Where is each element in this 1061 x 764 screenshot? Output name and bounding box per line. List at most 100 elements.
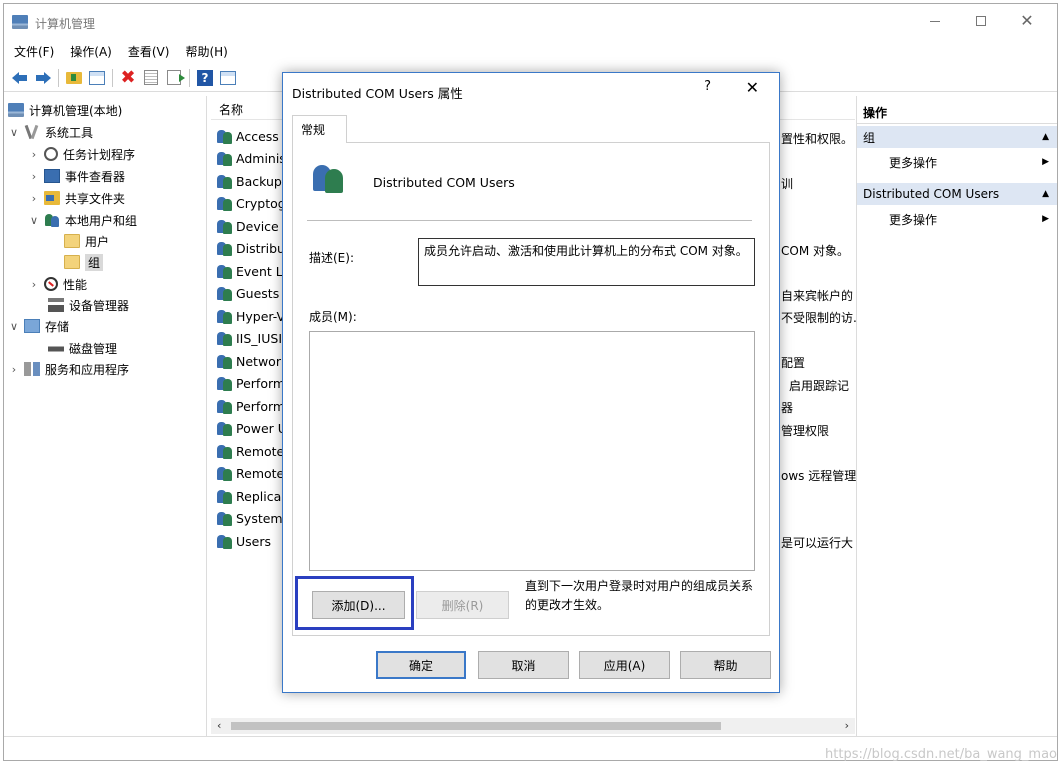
tree-item-performance[interactable]: › 性能	[28, 274, 87, 294]
table-row[interactable]: Networ	[217, 351, 281, 371]
tree-item-storage[interactable]: ∨ 存储	[8, 316, 69, 336]
maximize-button[interactable]	[958, 4, 1004, 38]
more-actions-item[interactable]: 更多操作 ▶	[889, 209, 1057, 229]
table-row[interactable]: Access	[217, 126, 279, 146]
collapse-triangle-icon[interactable]: ▲	[1042, 132, 1049, 142]
row-description: 是可以运行大	[781, 536, 854, 550]
table-row[interactable]: Backup	[217, 171, 282, 191]
tree-item-computer-management[interactable]: 计算机管理(本地)	[8, 100, 122, 120]
disk-icon	[48, 341, 64, 355]
tree-item-users[interactable]: 用户	[64, 231, 109, 251]
table-row[interactable]: System	[217, 509, 283, 529]
tab-general[interactable]: 常规	[292, 115, 347, 143]
expand-chevron-icon[interactable]: ›	[28, 278, 40, 291]
table-row[interactable]: Guests	[217, 284, 279, 304]
table-row[interactable]: Perform	[217, 374, 285, 394]
expand-chevron-icon[interactable]: ›	[8, 363, 20, 376]
expand-chevron-icon[interactable]: ›	[28, 148, 40, 161]
actions-section-dcom-users[interactable]: Distributed COM Users ▲	[857, 183, 1057, 205]
show-hide-tree-button[interactable]	[87, 68, 107, 88]
apply-button[interactable]: 应用(A)	[579, 651, 670, 679]
event-viewer-icon	[44, 169, 60, 183]
minimize-button[interactable]	[912, 4, 958, 38]
folder-up-icon	[66, 71, 82, 84]
table-row[interactable]: Cryptog	[217, 194, 286, 214]
tree-item-groups[interactable]: 组	[64, 252, 104, 272]
group-name: Distributed COM Users	[373, 175, 515, 190]
back-button[interactable]	[10, 68, 30, 88]
tree-item-system-tools[interactable]: ∨ 系统工具	[8, 122, 93, 142]
table-row[interactable]: IIS_IUSI	[217, 329, 282, 349]
expand-chevron-icon[interactable]: ›	[28, 192, 40, 205]
column-header-name[interactable]: 名称	[219, 101, 243, 118]
tree-item-disk-management[interactable]: 磁盘管理	[48, 338, 117, 358]
forward-button[interactable]	[33, 68, 53, 88]
actions-section-groups[interactable]: 组 ▲	[857, 126, 1057, 148]
group-icon	[217, 331, 233, 346]
clock-icon	[44, 147, 58, 161]
expand-chevron-icon[interactable]: ∨	[8, 126, 20, 139]
row-description: 置性和权限。	[781, 132, 854, 146]
help-toolbar-button[interactable]: ?	[195, 68, 215, 88]
scroll-left-icon[interactable]: ‹	[217, 719, 221, 732]
group-name-label: Distribu	[236, 241, 285, 256]
delete-button[interactable]: ✖	[118, 68, 138, 88]
group-icon	[217, 264, 233, 279]
scrollbar-thumb[interactable]	[231, 722, 721, 730]
toolbar-separator	[112, 68, 113, 87]
more-actions-item[interactable]: 更多操作 ▶	[889, 152, 1057, 172]
scroll-right-icon[interactable]: ›	[845, 719, 849, 732]
dialog-help-icon[interactable]: ?	[704, 79, 711, 94]
up-level-button[interactable]	[64, 68, 84, 88]
table-row[interactable]: Perform	[217, 396, 285, 416]
menu-action[interactable]: 操作(A)	[70, 43, 112, 60]
tree-item-device-manager[interactable]: 设备管理器	[48, 295, 129, 315]
collapse-triangle-icon[interactable]: ▲	[1042, 189, 1049, 199]
description-field[interactable]: 成员允许启动、激活和使用此计算机上的分布式 COM 对象。	[418, 238, 755, 286]
action-pane-button[interactable]	[218, 68, 238, 88]
menu-file[interactable]: 文件(F)	[14, 43, 54, 60]
table-row[interactable]: Event L	[217, 261, 283, 281]
table-row[interactable]: Remote	[217, 464, 284, 484]
tree-item-event-viewer[interactable]: › 事件查看器	[28, 166, 125, 186]
table-row[interactable]: Users	[217, 531, 271, 551]
tree-item-shared-folders[interactable]: › 共享文件夹	[28, 188, 125, 208]
horizontal-scrollbar[interactable]: ‹ ›	[211, 718, 855, 734]
export-list-button[interactable]	[164, 68, 185, 88]
collapse-chevron-icon[interactable]: ∨	[28, 214, 40, 227]
table-row[interactable]: Replica	[217, 486, 281, 506]
help-button[interactable]: 帮助	[680, 651, 771, 679]
table-row[interactable]: Distribu	[217, 239, 285, 259]
tree-item-task-scheduler[interactable]: › 任务计划程序	[28, 144, 135, 164]
close-button[interactable]: ✕	[1004, 4, 1050, 38]
table-row[interactable]: Hyper-V	[217, 306, 285, 326]
members-label: 成员(M):	[309, 310, 357, 324]
row-description: ows 远程管理	[781, 469, 857, 483]
table-row[interactable]: Device	[217, 216, 279, 236]
table-row[interactable]: Adminis	[217, 149, 286, 169]
table-row[interactable]: Power U	[217, 419, 287, 439]
remove-member-button[interactable]: 删除(R)	[416, 591, 509, 619]
properties-dialog: Distributed COM Users 属性 ? ✕ 常规 Distribu…	[282, 72, 780, 693]
table-row[interactable]: Remote	[217, 441, 284, 461]
expand-chevron-icon[interactable]: ›	[28, 170, 40, 183]
row-description: 启用跟踪记	[789, 379, 850, 393]
collapse-chevron-icon[interactable]: ∨	[8, 320, 20, 333]
group-name-label: Replica	[236, 488, 282, 504]
members-list[interactable]	[309, 331, 755, 571]
tree-item-local-users-groups[interactable]: ∨ 本地用户和组	[28, 210, 137, 230]
group-icon	[217, 286, 233, 301]
tree-item-services-apps[interactable]: › 服务和应用程序	[8, 359, 129, 379]
ok-button[interactable]: 确定	[376, 651, 466, 679]
group-icon	[217, 129, 233, 144]
dialog-close-icon[interactable]: ✕	[746, 78, 759, 97]
action-pane-icon	[220, 70, 236, 85]
group-name-label: Device	[236, 218, 279, 234]
menu-help[interactable]: 帮助(H)	[185, 43, 227, 60]
group-icon	[217, 196, 233, 211]
properties-button[interactable]	[141, 68, 161, 88]
menu-view[interactable]: 查看(V)	[128, 43, 170, 60]
group-icon	[217, 309, 233, 324]
cancel-button[interactable]: 取消	[478, 651, 569, 679]
group-icon	[217, 511, 233, 526]
